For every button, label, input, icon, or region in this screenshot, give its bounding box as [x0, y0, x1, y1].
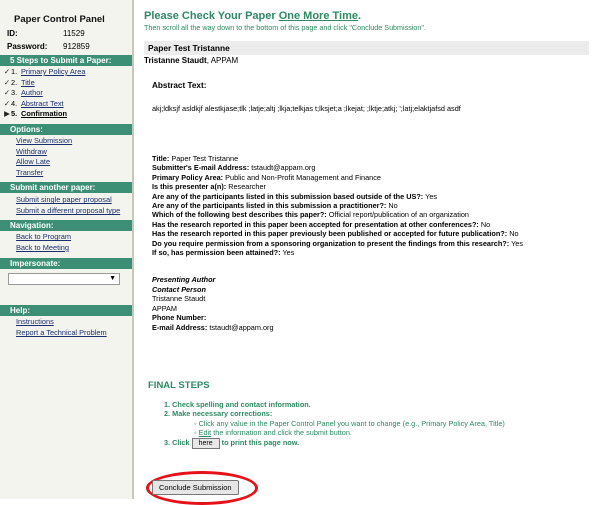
- abstract-text: akj;ldksjf asldkjf alestkjase;tlk ;latje…: [152, 104, 461, 113]
- back-to-program-link[interactable]: Back to Program: [2, 232, 132, 243]
- navigation-list: Back to Program Back to Meeting: [0, 231, 132, 255]
- final-step-2-bullet-2: ◦ Edit the information and click the sub…: [194, 428, 352, 438]
- contact-email: E-mail Address: tstaudt@appam.org: [152, 322, 274, 332]
- option-allow-late[interactable]: Allow Late: [2, 157, 132, 168]
- conclude-submission-button[interactable]: Conclude Submission: [152, 480, 239, 495]
- final-step-1: 1. Check spelling and contact informatio…: [164, 399, 311, 409]
- detail-practitioner: Are any of the participants listed in th…: [152, 201, 398, 211]
- help-list: Instructions Report a Technical Problem: [0, 316, 132, 341]
- contact-role-2: Contact Person: [152, 284, 206, 294]
- detail-permission-attained: If so, has permission been attained?: Ye…: [152, 248, 295, 258]
- current-step-arrow-icon: ▶: [4, 109, 10, 119]
- step-title: ✓ 2. Title: [3, 77, 35, 89]
- instructions-link[interactable]: Instructions: [2, 317, 132, 328]
- final-step-3: 3. Click here to print this page now.: [164, 437, 300, 449]
- id-value: 11529: [63, 29, 85, 38]
- contact-name: Tristanne Staudt: [152, 294, 206, 304]
- author-org: , APPAM: [206, 56, 239, 65]
- page-title: Please Check Your Paper One More Time.: [144, 10, 362, 22]
- panel-title: Paper Control Panel: [14, 14, 105, 25]
- help-heading: Help:: [0, 304, 132, 316]
- report-technical-problem-link[interactable]: Report a Technical Problem: [2, 327, 132, 338]
- id-row: ID: 11529: [0, 27, 132, 40]
- submit-single-paper-link[interactable]: Submit single paper proposal: [2, 194, 132, 205]
- detail-paper-type: Which of the following best describes th…: [152, 210, 469, 220]
- password-value: 912859: [63, 42, 90, 51]
- contact-role: Presenting Author: [152, 275, 216, 285]
- step-link-author[interactable]: Author: [21, 88, 43, 99]
- submit-another-heading: Submit another paper:: [0, 182, 132, 194]
- options-list: View Submission Withdraw Allow Late Tran…: [0, 135, 132, 180]
- paper-control-panel: Paper Control Panel ID: 11529 Password: …: [0, 0, 134, 499]
- submit-another-list: Submit single paper proposal Submit a di…: [0, 193, 132, 218]
- detail-accepted-elsewhere: Has the research reported in this paper …: [152, 219, 491, 229]
- password-label: Password:: [7, 42, 48, 51]
- final-steps-title: FINAL STEPS: [148, 379, 210, 391]
- submission-details: Title: Paper Test Tristanne Submitter's …: [152, 154, 595, 257]
- final-step-2-bullet-1: ◦ Click any value in the Paper Control P…: [194, 418, 505, 428]
- abstract-label: Abstract Text:: [152, 81, 207, 90]
- navigation-heading: Navigation:: [0, 220, 132, 232]
- check-icon: ✓: [3, 67, 11, 76]
- step-link-abstract-text[interactable]: Abstract Text: [21, 99, 64, 110]
- options-heading: Options:: [0, 123, 132, 135]
- step-author: ✓ 3. Author: [3, 88, 43, 99]
- title-emphasis: One More Time: [278, 10, 358, 22]
- contact-block: Presenting Author Contact Person Tristan…: [152, 275, 595, 331]
- detail-outside-us: Are any of the participants listed in th…: [152, 191, 438, 201]
- page-subtitle: Then scroll all the way down to the bott…: [144, 23, 426, 32]
- id-label: ID:: [7, 29, 18, 38]
- final-step-2: 2. Make necessary corrections:: [164, 409, 273, 419]
- contact-phone-label: Phone Number:: [152, 313, 207, 323]
- author-line: Tristanne Staudt, APPAM: [144, 55, 595, 65]
- detail-title: Title: Paper Test Tristanne: [152, 154, 239, 163]
- option-view-submission[interactable]: View Submission: [2, 136, 132, 147]
- paper-heading: Paper Test Tristanne: [144, 41, 589, 55]
- option-withdraw[interactable]: Withdraw: [2, 147, 132, 158]
- detail-policy-area: Primary Policy Area: Public and Non-Prof…: [152, 172, 381, 182]
- print-here-button[interactable]: here: [191, 437, 220, 449]
- option-transfer[interactable]: Transfer: [2, 168, 132, 179]
- submit-different-type-link[interactable]: Submit a different proposal type: [2, 205, 132, 216]
- main-content: Please Check Your Paper One More Time. T…: [144, 0, 595, 505]
- detail-permission-required: Do you require permission from a sponsor…: [152, 238, 524, 248]
- detail-submitter-email: Submitter's E-mail Address: tstaudt@appa…: [152, 163, 316, 173]
- check-icon: ✓: [3, 98, 11, 108]
- password-row: Password: 912859: [0, 40, 132, 53]
- check-icon: ✓: [3, 77, 11, 87]
- detail-published: Has the research reported in this paper …: [152, 229, 519, 239]
- back-to-meeting-link[interactable]: Back to Meeting: [2, 243, 132, 254]
- author-name: Tristanne Staudt: [144, 56, 207, 65]
- step-link-confirmation[interactable]: Confirmation: [21, 109, 67, 120]
- check-icon: ✓: [3, 88, 11, 98]
- contact-org: APPAM: [152, 303, 178, 313]
- steps-list: ✓ 1. Primary Policy Area ✓ 2. Title ✓ 3.…: [0, 66, 132, 122]
- step-confirmation: ▶ 5. Confirmation: [4, 109, 67, 120]
- steps-heading: 5 Steps to Submit a Paper:: [0, 55, 132, 66]
- edit-link[interactable]: Edit: [199, 428, 212, 437]
- detail-presenter-type: Is this presenter a(n): Researcher: [152, 182, 266, 192]
- impersonate-select[interactable]: ▼: [8, 272, 120, 285]
- step-link-title[interactable]: Title: [21, 78, 35, 89]
- step-link-primary-policy-area[interactable]: Primary Policy Area: [21, 67, 85, 78]
- step-primary-policy-area: ✓ 1. Primary Policy Area: [3, 67, 86, 78]
- step-abstract-text: ✓ 4. Abstract Text: [3, 98, 64, 110]
- impersonate-heading: Impersonate:: [0, 257, 132, 269]
- dropdown-arrow-icon: ▼: [109, 274, 116, 282]
